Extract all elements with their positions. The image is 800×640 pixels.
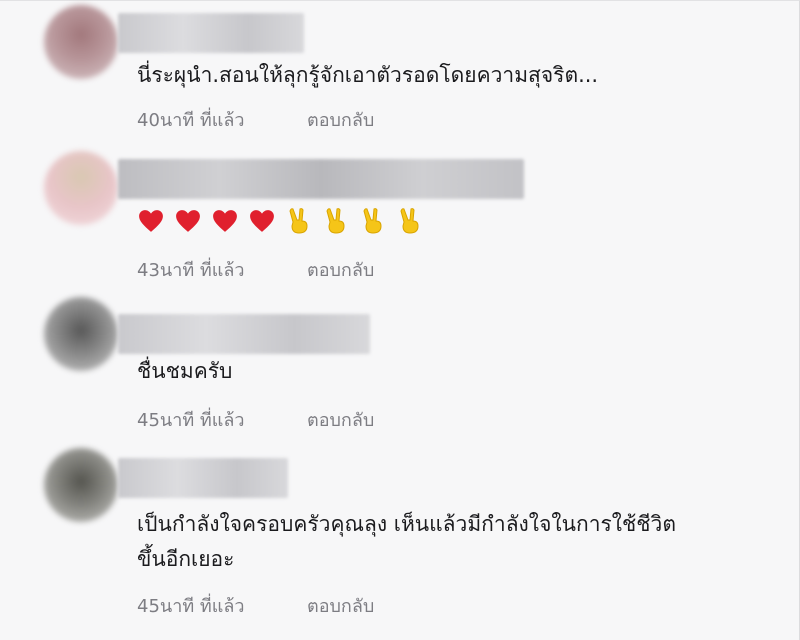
avatar[interactable] [44, 297, 118, 371]
avatar[interactable] [44, 5, 118, 79]
reply-button[interactable]: ตอบกลับ [307, 405, 374, 434]
commenter-name-blurred[interactable] [118, 458, 288, 498]
avatar[interactable] [44, 151, 118, 225]
comment-text-line-2: ขึ้นอีกเยอะ [137, 547, 235, 571]
victory-hand-icon [396, 207, 424, 235]
comment-meta: 40นาที ที่แล้ว ตอบกลับ [137, 105, 374, 134]
commenter-name-blurred[interactable] [118, 13, 304, 53]
commenter-name-blurred[interactable] [118, 159, 524, 199]
comment-meta: 45นาที ที่แล้ว ตอบกลับ [137, 405, 374, 434]
red-heart-icon [137, 207, 165, 235]
comment-meta: 45นาที ที่แล้ว ตอบกลับ [137, 591, 374, 620]
comment-timestamp: 43นาที ที่แล้ว [137, 260, 245, 281]
comment-timestamp: 45นาที ที่แล้ว [137, 410, 245, 431]
red-heart-icon [248, 207, 276, 235]
commenter-name-blurred[interactable] [118, 314, 370, 354]
comment-text: ชื่นชมครับ [137, 359, 233, 383]
avatar[interactable] [44, 448, 118, 522]
victory-hand-icon [285, 207, 313, 235]
comments-panel: นี่ระผุนำ.สอนให้ลุกรู้จักเอาตัวรอดโดยควา… [0, 0, 800, 640]
victory-hand-icon [359, 207, 387, 235]
reply-button[interactable]: ตอบกลับ [307, 591, 374, 620]
reply-button[interactable]: ตอบกลับ [307, 255, 374, 284]
red-heart-icon [211, 207, 239, 235]
comment-meta: 43นาที ที่แล้ว ตอบกลับ [137, 255, 374, 284]
comment-timestamp: 40นาที ที่แล้ว [137, 110, 245, 131]
victory-hand-icon [322, 207, 350, 235]
comment-timestamp: 45นาที ที่แล้ว [137, 596, 245, 617]
red-heart-icon [174, 207, 202, 235]
reply-button[interactable]: ตอบกลับ [307, 105, 374, 134]
emoji-row [137, 207, 424, 235]
comment-text-line-1: เป็นกำลังใจครอบครัวคุณลุง เห็นแล้วมีกำลั… [137, 512, 676, 536]
comment-text: นี่ระผุนำ.สอนให้ลุกรู้จักเอาตัวรอดโดยควา… [137, 63, 599, 87]
